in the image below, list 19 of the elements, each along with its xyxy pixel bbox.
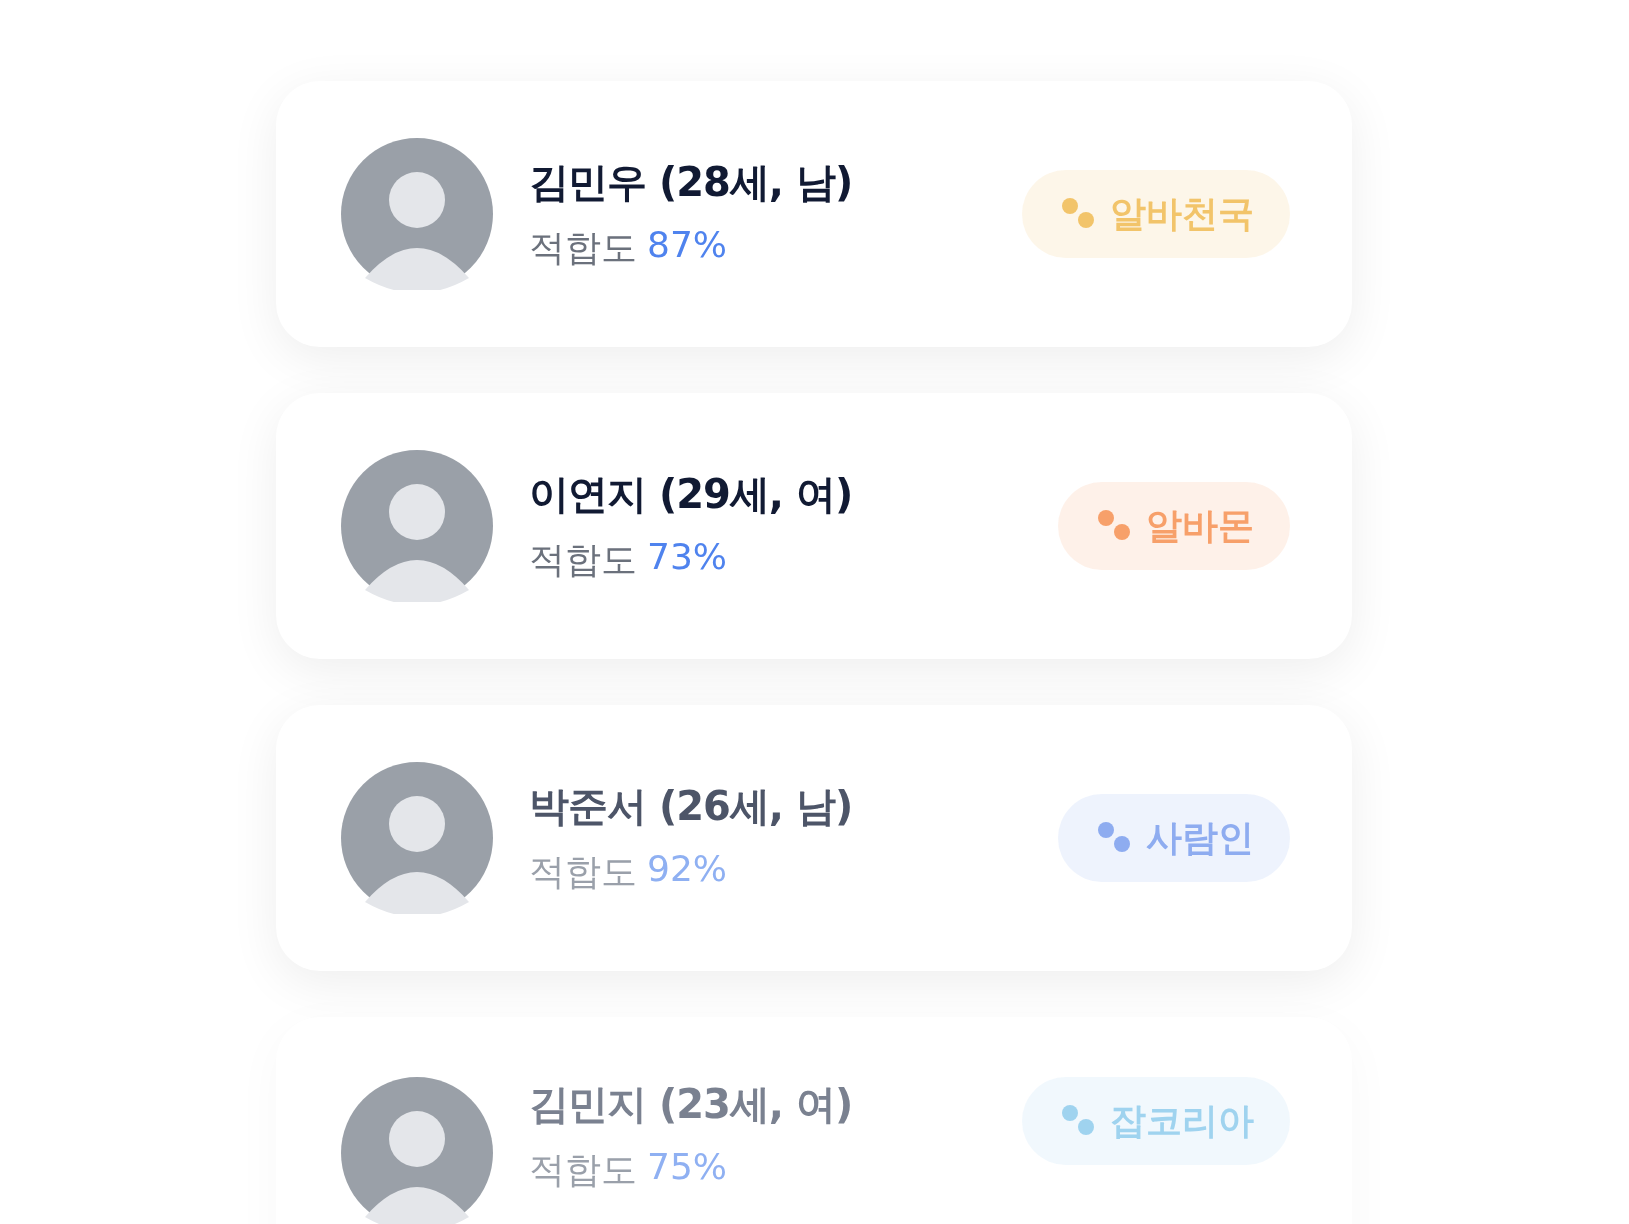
source-label: 알바몬: [1146, 503, 1254, 548]
candidate-card[interactable]: 김민우 (28세, 남) 적합도 87% 알바천국: [276, 81, 1352, 347]
fit-label: 적합도: [529, 226, 637, 270]
fit-label: 적합도: [529, 538, 637, 582]
source-label: 알바천국: [1110, 191, 1254, 236]
fit-label: 적합도: [529, 850, 637, 894]
candidate-name: 김민지 (23세, 여): [529, 1080, 854, 1129]
candidate-card[interactable]: 이연지 (29세, 여) 적합도 73% 알바몬: [276, 393, 1352, 659]
fit-value: 75%: [647, 1146, 727, 1189]
candidate-name: 박준서 (26세, 남): [529, 782, 854, 831]
fit-value: 73%: [647, 536, 727, 579]
fit-value: 87%: [647, 224, 727, 267]
fit-label: 적합도: [529, 1148, 637, 1192]
candidate-card[interactable]: 박준서 (26세, 남) 적합도 92% 사람인: [276, 705, 1352, 971]
candidate-name: 이연지 (29세, 여): [529, 470, 854, 519]
candidate-name: 김민우 (28세, 남): [529, 158, 854, 207]
source-label: 잡코리아: [1110, 1098, 1254, 1143]
source-label: 사람인: [1146, 815, 1254, 860]
fit-value: 92%: [647, 848, 727, 891]
